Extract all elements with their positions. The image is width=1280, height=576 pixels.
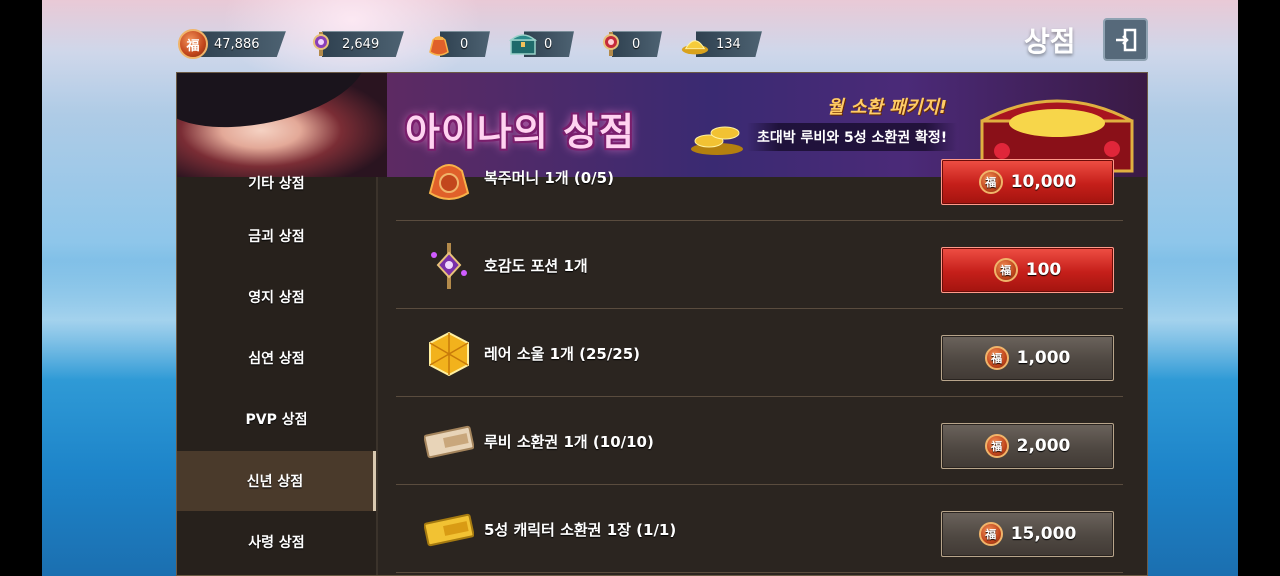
resource-value: 0 [460,36,469,52]
lucky-pouch-icon [424,29,454,59]
resource-red-scepter: 0 [596,29,662,59]
sidebar-item-label: 영지 상점 [248,290,305,306]
item-name: 레어 소울 1개 (25/25) [484,345,641,363]
resource-value: 47,886 [214,36,260,52]
resource-value: 134 [716,36,741,52]
resource-pouch: 0 [424,29,490,59]
price-label: 100 [1025,260,1062,280]
list-item: 루비 소환권 1개 (10/10) 福 2,000 [396,397,1123,485]
sidebar-item-misc-shop[interactable]: 기타 상점 [177,153,376,213]
ruby-ticket-icon [424,425,474,459]
resource-bar: 福 47,886 2,649 0 0 0 134 [178,28,798,60]
price-label: 15,000 [1010,524,1077,544]
shop-item-list[interactable]: 복주머니 1개 (0/5) 福 10,000 호감도 포션 1개 福 100 레… [380,159,1147,575]
sidebar-item-label: PVP 상점 [245,412,308,428]
sidebar-item-abyss-shop[interactable]: 심연 상점 [177,328,376,388]
buy-button[interactable]: 福 15,000 [941,511,1114,557]
page-title: 상점 [1024,25,1076,58]
price-label: 10,000 [1010,172,1077,192]
fortune-coin-icon: 福 [984,346,1009,370]
item-name: 루비 소환권 1개 (10/10) [484,433,654,451]
buy-button[interactable]: 福 2,000 [941,423,1114,469]
gold-pile-icon [680,29,710,59]
resource-scepter: 2,649 [306,29,404,59]
sidebar-item-gold-bar-shop[interactable]: 금괴 상점 [177,206,376,266]
price-label: 2,000 [1016,436,1071,456]
rare-soul-icon [429,331,469,377]
five-star-ticket-icon [424,513,474,547]
treasure-chest-icon [508,29,538,59]
sidebar-item-spirit-shop[interactable]: 사령 상점 [177,512,376,572]
sidebar-item-label: 심연 상점 [248,351,305,367]
affection-potion-icon [431,243,467,289]
resource-value: 0 [632,36,641,52]
shop-category-sidebar: 기타 상점 금괴 상점 영지 상점 심연 상점 PVP 상점 신년 상점 사령 … [177,176,378,575]
sidebar-item-label: 신년 상점 [246,474,304,490]
sidebar-item-label: 금괴 상점 [248,229,305,245]
item-name: 5성 캐릭터 소환권 1장 (1/1) [484,521,677,539]
sidebar-item-label: 기타 상점 [248,176,305,192]
fortune-coin-icon: 福 [178,29,208,59]
letterbox-right [1238,0,1280,576]
resource-value: 2,649 [342,36,380,52]
buy-button[interactable]: 福 1,000 [941,335,1114,381]
exit-button[interactable] [1103,18,1148,61]
resource-coin: 福 47,886 [178,29,286,59]
fortune-coin-icon: 福 [978,522,1003,546]
red-scepter-icon [596,29,626,59]
sidebar-item-new-year-shop[interactable]: 신년 상점 [177,451,376,511]
lucky-pouch-icon [428,164,470,200]
sidebar-item-label: 사령 상점 [248,535,305,551]
banner-promo-title: 월 소환 패키지! [827,97,948,118]
fortune-coin-icon: 福 [978,170,1003,194]
list-item: 레어 소울 1개 (25/25) 福 1,000 [396,309,1123,397]
price-label: 1,000 [1016,348,1071,368]
purple-scepter-icon [306,29,336,59]
resource-gold: 134 [680,29,762,59]
fortune-coin-icon: 福 [993,258,1018,282]
letterbox-left [0,0,42,576]
list-item: 호감도 포션 1개 福 100 [396,221,1123,309]
sidebar-item-territory-shop[interactable]: 영지 상점 [177,267,376,327]
shop-panel: 아이나의 상점 월 소환 패키지! 초대박 루비와 5성 소환권 확정! 기타 … [176,72,1148,576]
resource-value: 0 [544,36,553,52]
fortune-coin-icon: 福 [984,434,1009,458]
list-item: 5성 캐릭터 소환권 1장 (1/1) 福 15,000 [396,485,1123,573]
resource-chest: 0 [508,29,574,59]
item-name: 호감도 포션 1개 [484,257,588,275]
buy-button[interactable]: 福 100 [941,247,1114,293]
sidebar-item-pvp-shop[interactable]: PVP 상점 [177,389,376,449]
item-name: 복주머니 1개 (0/5) [484,169,614,187]
buy-button[interactable]: 福 10,000 [941,159,1114,205]
exit-icon [1115,28,1136,51]
list-item: 복주머니 1개 (0/5) 福 10,000 [396,133,1123,221]
